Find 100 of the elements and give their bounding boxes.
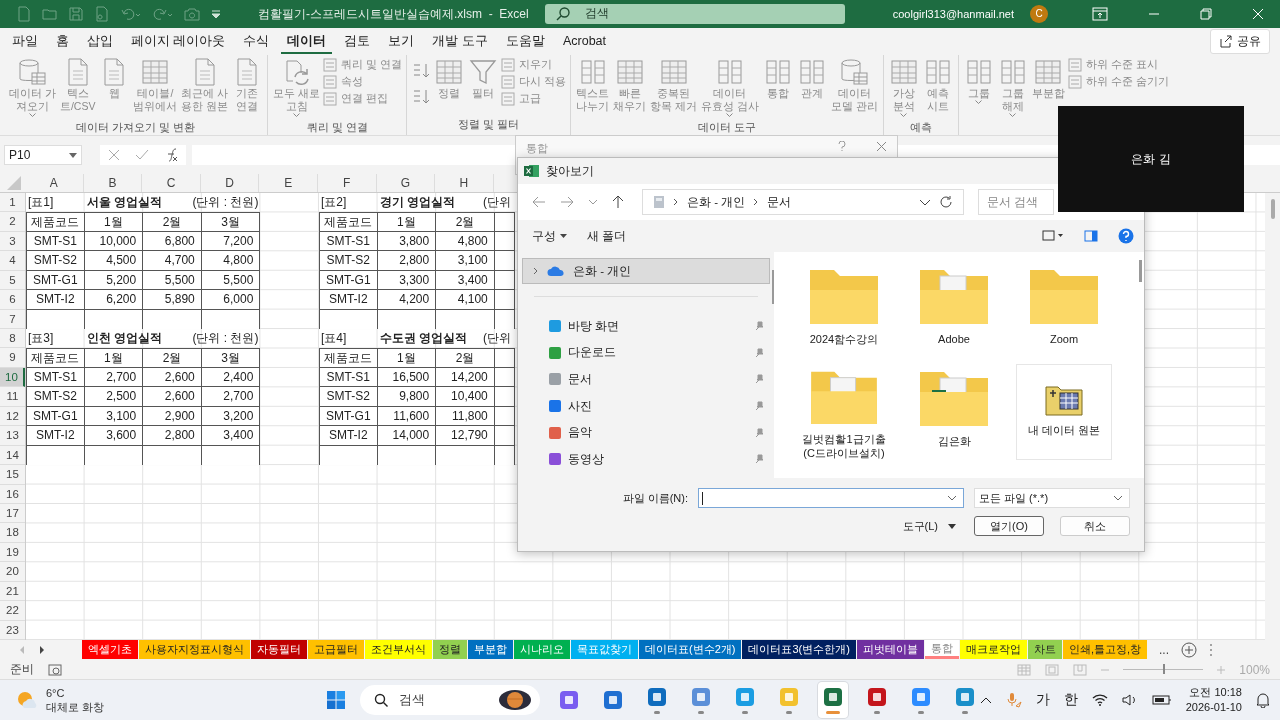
file-item[interactable]: 2024함수강의 [796,262,892,358]
help-icon[interactable] [1118,228,1134,244]
file-type-dropdown[interactable]: 모든 파일 (*.*) [974,488,1130,508]
row-header[interactable]: 12 [0,406,25,427]
column-header[interactable]: H [435,174,494,192]
sheet-tab[interactable]: 고급필터 [308,640,364,660]
file-item[interactable]: 김은화 [906,364,1002,460]
row-header[interactable]: 22 [0,601,25,621]
page-break-icon[interactable] [1073,663,1088,676]
row-header[interactable]: 9 [0,348,25,368]
bell-icon[interactable] [1256,692,1270,709]
new-file-icon[interactable] [16,5,32,22]
file-item[interactable]: Adobe [906,262,1002,358]
refresh-icon[interactable] [939,195,953,209]
menu-tab[interactable]: 데이터 [281,29,333,54]
column-header[interactable]: F [317,174,377,192]
search-field[interactable]: 검색 [544,3,845,24]
quick-access-item[interactable]: 동영상 [518,445,774,473]
chevron-down-icon[interactable] [919,198,931,206]
search-field[interactable]: 문서 검색 [978,189,1054,215]
column-header[interactable]: C [142,174,201,192]
sheet-tab[interactable]: 조건부서식 [365,640,432,660]
quick-access-item[interactable]: 음악 [518,419,774,446]
next-sheet-icon[interactable] [38,644,46,655]
sheet-tab[interactable]: 인쇄,틀고정,창 [1062,640,1148,660]
pin-icon[interactable] [754,427,764,438]
row-header[interactable]: 17 [0,504,25,524]
input-language[interactable]: 한 [1063,691,1078,710]
row-header[interactable]: 8 [0,329,25,349]
file-name-field[interactable] [698,488,964,508]
file-item[interactable]: 내 데이터 원본 [1016,364,1112,460]
row-header[interactable]: 19 [0,542,25,563]
customize-dropdown-icon[interactable] [210,7,222,20]
battery-icon[interactable] [1151,693,1172,708]
open-button[interactable]: 열기(O) [974,516,1044,536]
clock-time[interactable]: 오전 10:18 [1189,685,1242,701]
scroll-bar[interactable] [1265,193,1280,641]
menu-tab[interactable]: 도움말 [499,29,551,54]
file-item[interactable]: Zoom [1016,262,1112,358]
column-header[interactable]: G [376,174,436,192]
accessibility-icon[interactable] [48,662,62,677]
row-header[interactable]: 3 [0,231,25,252]
menu-tab[interactable]: 페이지 레이아웃 [125,29,232,54]
pin-icon[interactable] [754,454,764,465]
row-header[interactable]: 5 [0,270,25,291]
sheet-tab[interactable]: 자동필터 [251,640,307,660]
clock-date[interactable]: 2026-01-10 [1185,700,1242,716]
row-header[interactable]: 15 [0,465,25,485]
microphone-icon[interactable] [1005,692,1022,709]
search-field[interactable]: 검색 [359,685,540,716]
more-icon[interactable] [1209,642,1214,657]
share-button[interactable]: 공유 [1210,29,1270,54]
sheet-tab[interactable]: 매크로작업 [959,640,1027,660]
zoom-slider-thumb[interactable] [1163,664,1166,675]
back-arrow-icon[interactable] [532,196,546,208]
menu-tab[interactable]: 보기 [382,29,421,54]
row-header[interactable]: 14 [0,445,25,466]
quick-access-item[interactable]: 다운로드 [518,339,774,367]
more-tabs[interactable]: ... [1159,642,1170,657]
menu-tab[interactable]: 검토 [338,29,377,54]
taskbar-app[interactable] [817,682,848,719]
row-header[interactable]: 4 [0,251,25,271]
row-header[interactable]: 16 [0,484,25,504]
row-header[interactable]: 7 [0,309,25,330]
page-layout-icon[interactable] [1045,663,1060,676]
column-header[interactable]: B [83,174,143,192]
cancel-icon[interactable] [107,149,120,162]
select-all-icon[interactable] [7,176,21,190]
ime-mode[interactable]: 가 [1035,691,1050,710]
row-header[interactable]: 2 [0,212,25,232]
speaker-icon[interactable] [1121,693,1138,708]
menu-tab[interactable]: 개발 도구 [426,29,494,54]
new-folder-button[interactable]: 새 폴더 [587,228,627,244]
pin-icon[interactable] [754,401,764,412]
name-box[interactable]: P10 [4,145,82,166]
menu-tab[interactable]: 홈 [50,29,75,54]
camera-icon[interactable] [184,5,200,22]
help-icon[interactable] [838,141,846,151]
organize-button[interactable]: 구성 [532,228,567,244]
zoom-in-icon[interactable] [1217,665,1226,674]
nav-item[interactable]: 은화 - 개인 [522,258,770,284]
sheet-tab[interactable]: 데이터표3(변수한개) [742,640,856,660]
sheet-tab[interactable]: 통합 [924,640,959,660]
address-bar[interactable]: 은화 - 개인 문서 [642,189,964,215]
sheet-tab[interactable]: 부분합 [468,640,513,660]
column-header[interactable]: E [259,174,318,192]
sheet-tab[interactable]: 차트 [1027,640,1062,660]
pin-icon[interactable] [754,321,764,332]
restore-icon[interactable] [1200,7,1212,20]
cancel-button[interactable]: 취소 [1060,516,1130,536]
menu-tab[interactable]: 파일 [6,29,44,54]
column-header[interactable]: D [200,174,260,192]
sheet-tab[interactable]: 엑셀기초 [82,640,138,660]
row-header[interactable]: 13 [0,426,25,446]
save-icon[interactable] [68,5,84,22]
close-icon[interactable] [876,141,887,152]
ribbon-display-icon[interactable] [1092,6,1108,21]
view-icon[interactable] [1042,230,1064,242]
previous-sheet-icon[interactable] [18,644,26,655]
menu-tab[interactable]: 삽입 [81,29,119,54]
